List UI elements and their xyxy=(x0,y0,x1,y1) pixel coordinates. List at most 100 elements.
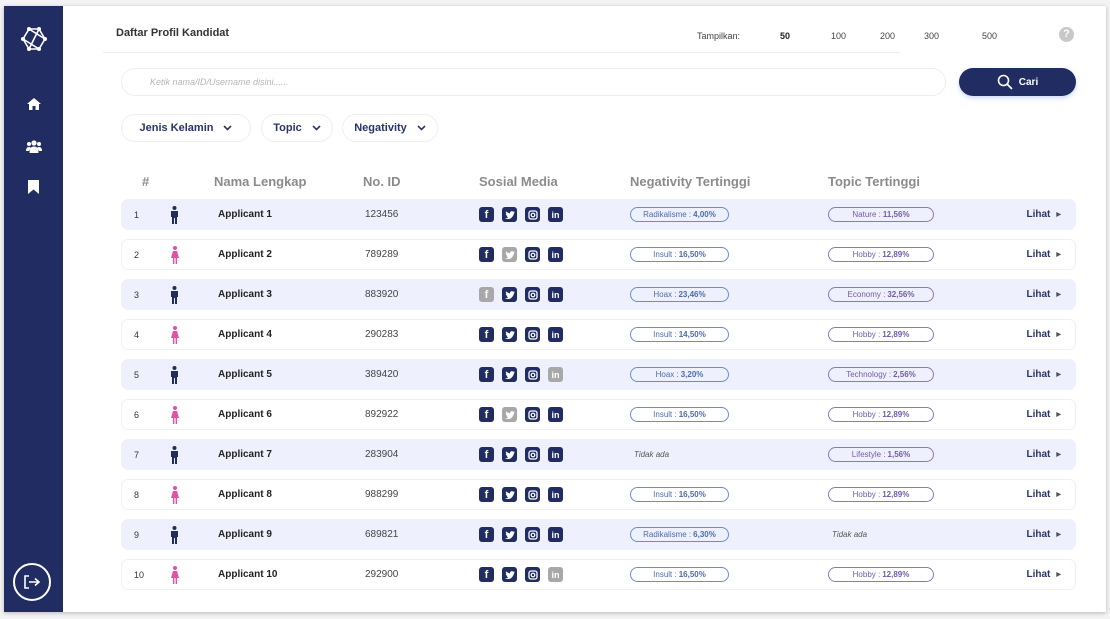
view-button[interactable]: Lihat ▶ xyxy=(1026,480,1061,509)
view-button[interactable]: Lihat ▶ xyxy=(1026,240,1061,269)
applicant-name: Applicant 1 xyxy=(218,209,272,220)
instagram-icon[interactable] xyxy=(525,287,540,302)
view-button[interactable]: Lihat ▶ xyxy=(1026,560,1061,589)
view-label: Lihat xyxy=(1026,249,1051,260)
twitter-icon[interactable] xyxy=(502,247,517,262)
twitter-icon[interactable] xyxy=(502,527,517,542)
view-button[interactable]: Lihat ▶ xyxy=(1026,440,1061,469)
facebook-icon[interactable]: f xyxy=(479,247,494,262)
linkedin-icon[interactable]: in xyxy=(548,327,563,342)
instagram-icon[interactable] xyxy=(525,567,540,582)
negativity-label: Hoax : xyxy=(653,290,677,299)
twitter-icon[interactable] xyxy=(502,207,517,222)
twitter-icon[interactable] xyxy=(502,367,517,382)
instagram-icon[interactable] xyxy=(525,327,540,342)
applicant-name: Applicant 9 xyxy=(218,529,272,540)
social-media-icons: f in xyxy=(479,320,563,349)
logout-button[interactable] xyxy=(13,563,51,601)
view-button[interactable]: Lihat ▶ xyxy=(1026,360,1061,389)
search-box xyxy=(121,68,946,96)
linkedin-icon[interactable]: in xyxy=(548,447,563,462)
facebook-icon[interactable]: f xyxy=(479,327,494,342)
female-icon xyxy=(170,560,180,589)
negativity-cell: Radikalisme :4,00% xyxy=(630,200,729,229)
twitter-icon[interactable] xyxy=(502,407,517,422)
facebook-icon[interactable]: f xyxy=(479,367,494,382)
twitter-icon[interactable] xyxy=(502,287,517,302)
view-button[interactable]: Lihat ▶ xyxy=(1026,200,1061,229)
applicant-id: 789289 xyxy=(365,249,399,260)
show-option-300[interactable]: 300 xyxy=(924,31,939,41)
filter-gender[interactable]: Jenis Kelamin xyxy=(121,114,251,142)
table-row[interactable]: 5 Applicant 5 389420 f in Hoax :3,20% Technolo… xyxy=(121,359,1076,390)
topic-value: 11,56% xyxy=(882,210,910,219)
negativity-badge: Insult :16,50% xyxy=(630,567,729,582)
view-label: Lihat xyxy=(1026,289,1051,300)
instagram-icon[interactable] xyxy=(525,407,540,422)
divider xyxy=(103,52,900,53)
social-media-icons: f in xyxy=(479,240,563,269)
column-header-social: Sosial Media xyxy=(479,174,558,189)
table-row[interactable]: 10 Applicant 10 292900 f in Insult :16,50% Hob… xyxy=(121,559,1076,590)
help-icon[interactable]: ? xyxy=(1059,27,1074,42)
show-option-500[interactable]: 500 xyxy=(982,31,997,41)
facebook-icon[interactable]: f xyxy=(479,447,494,462)
caret-right-icon: ▶ xyxy=(1056,452,1061,458)
show-option-100[interactable]: 100 xyxy=(831,31,846,41)
linkedin-icon[interactable]: in xyxy=(548,487,563,502)
twitter-icon[interactable] xyxy=(502,327,517,342)
linkedin-icon[interactable]: in xyxy=(548,207,563,222)
filter-topic[interactable]: Topic xyxy=(261,114,333,142)
table-row[interactable]: 3 Applicant 3 883920 f in Hoax :23,46% Economy… xyxy=(121,279,1076,310)
twitter-icon[interactable] xyxy=(502,447,517,462)
facebook-icon[interactable]: f xyxy=(479,407,494,422)
instagram-icon[interactable] xyxy=(525,367,540,382)
filter-negativity[interactable]: Negativity xyxy=(342,114,438,142)
instagram-icon[interactable] xyxy=(525,527,540,542)
view-button[interactable]: Lihat ▶ xyxy=(1026,400,1061,429)
instagram-icon[interactable] xyxy=(525,247,540,262)
row-number: 3 xyxy=(134,289,140,300)
twitter-icon[interactable] xyxy=(502,487,517,502)
linkedin-icon[interactable]: in xyxy=(548,527,563,542)
table-row[interactable]: 4 Applicant 4 290283 f in Insult :14,50% Hobby… xyxy=(121,319,1076,350)
facebook-icon[interactable]: f xyxy=(479,207,494,222)
table-row[interactable]: 1 Applicant 1 123456 f in Radikalisme :4,00% N… xyxy=(121,199,1076,230)
network-logo-icon[interactable] xyxy=(4,26,63,52)
instagram-icon[interactable] xyxy=(525,207,540,222)
view-button[interactable]: Lihat ▶ xyxy=(1026,280,1061,309)
topic-none: Tidak ada xyxy=(832,530,868,539)
male-icon xyxy=(170,360,179,389)
negativity-cell: Insult :16,50% xyxy=(630,560,729,589)
applicant-id: 290283 xyxy=(365,329,399,340)
bookmark-icon[interactable] xyxy=(4,178,63,196)
linkedin-icon[interactable]: in xyxy=(548,407,563,422)
facebook-icon[interactable]: f xyxy=(479,527,494,542)
users-icon[interactable] xyxy=(4,137,63,155)
facebook-icon[interactable]: f xyxy=(479,287,494,302)
linkedin-icon[interactable]: in xyxy=(548,247,563,262)
linkedin-icon[interactable]: in xyxy=(548,367,563,382)
linkedin-icon[interactable]: in xyxy=(548,287,563,302)
negativity-value: 14,50% xyxy=(678,330,706,339)
table-row[interactable]: 9 Applicant 9 689821 f in Radikalisme :6,30% T… xyxy=(121,519,1076,550)
caret-right-icon: ▶ xyxy=(1056,252,1061,258)
show-option-50[interactable]: 50 xyxy=(780,31,790,41)
view-button[interactable]: Lihat ▶ xyxy=(1026,320,1061,349)
show-option-200[interactable]: 200 xyxy=(880,31,895,41)
view-button[interactable]: Lihat ▶ xyxy=(1026,520,1061,549)
linkedin-icon[interactable]: in xyxy=(548,567,563,582)
search-input[interactable] xyxy=(122,69,945,95)
instagram-icon[interactable] xyxy=(525,447,540,462)
facebook-icon[interactable]: f xyxy=(479,567,494,582)
facebook-icon[interactable]: f xyxy=(479,487,494,502)
table-row[interactable]: 8 Applicant 8 988299 f in Insult :16,50% Hobby… xyxy=(121,479,1076,510)
twitter-icon[interactable] xyxy=(502,567,517,582)
instagram-icon[interactable] xyxy=(525,487,540,502)
table-row[interactable]: 7 Applicant 7 283904 f in Tidak ada Lifestyle … xyxy=(121,439,1076,470)
negativity-badge: Hoax :3,20% xyxy=(630,367,729,382)
table-row[interactable]: 6 Applicant 6 892922 f in Insult :16,50% Hobby… xyxy=(121,399,1076,430)
home-icon[interactable] xyxy=(4,95,63,113)
search-button[interactable]: Cari xyxy=(959,68,1076,96)
table-row[interactable]: 2 Applicant 2 789289 f in Insult :16,50% Hobby… xyxy=(121,239,1076,270)
